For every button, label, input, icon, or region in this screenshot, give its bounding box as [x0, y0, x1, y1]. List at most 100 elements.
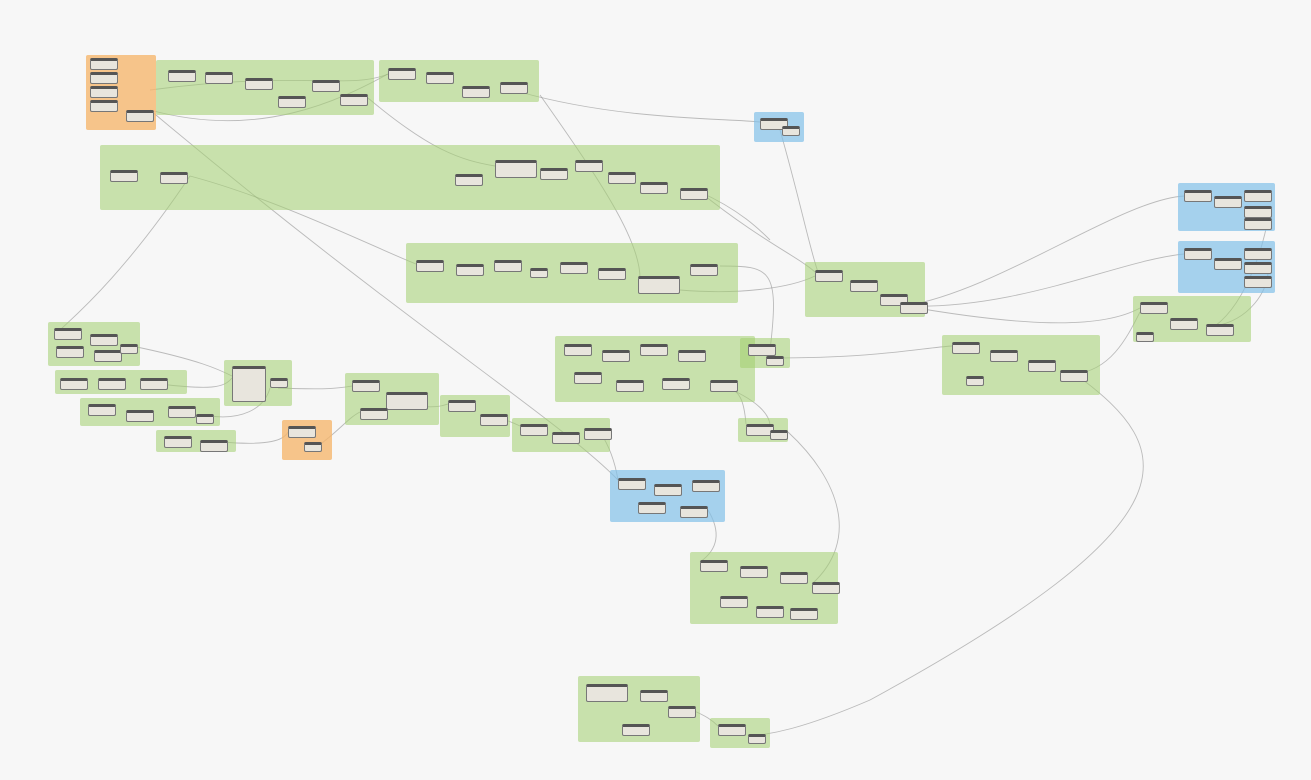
node[interactable]	[456, 264, 484, 276]
node[interactable]	[110, 170, 138, 182]
node[interactable]	[1206, 324, 1234, 336]
node[interactable]	[622, 724, 650, 736]
node[interactable]	[462, 86, 490, 98]
node[interactable]	[1244, 276, 1272, 288]
node[interactable]	[575, 160, 603, 172]
node[interactable]	[205, 72, 233, 84]
node[interactable]	[1244, 206, 1272, 218]
node[interactable]	[692, 480, 720, 492]
node[interactable]	[564, 344, 592, 356]
node[interactable]	[640, 182, 668, 194]
node[interactable]	[500, 82, 528, 94]
node[interactable]	[680, 506, 708, 518]
node[interactable]	[790, 608, 818, 620]
node[interactable]	[196, 414, 214, 424]
node[interactable]	[584, 428, 612, 440]
node[interactable]	[90, 58, 118, 70]
node[interactable]	[54, 328, 82, 340]
node[interactable]	[812, 582, 840, 594]
node[interactable]	[668, 706, 696, 718]
node[interactable]	[966, 376, 984, 386]
node[interactable]	[480, 414, 508, 426]
node[interactable]	[494, 260, 522, 272]
node[interactable]	[288, 426, 316, 438]
node[interactable]	[756, 606, 784, 618]
node[interactable]	[164, 436, 192, 448]
node[interactable]	[640, 690, 668, 702]
node[interactable]	[304, 442, 322, 452]
node[interactable]	[126, 110, 154, 122]
node[interactable]	[1060, 370, 1088, 382]
node[interactable]	[90, 100, 118, 112]
node[interactable]	[126, 410, 154, 422]
node[interactable]	[770, 430, 788, 440]
node[interactable]	[638, 276, 680, 294]
node[interactable]	[748, 344, 776, 356]
node[interactable]	[312, 80, 340, 92]
node[interactable]	[618, 478, 646, 490]
node[interactable]	[782, 126, 800, 136]
node[interactable]	[586, 684, 628, 702]
node[interactable]	[654, 484, 682, 496]
node[interactable]	[245, 78, 273, 90]
node[interactable]	[1244, 218, 1272, 230]
node[interactable]	[616, 380, 644, 392]
node[interactable]	[552, 432, 580, 444]
node[interactable]	[748, 734, 766, 744]
node[interactable]	[1244, 248, 1272, 260]
node[interactable]	[360, 408, 388, 420]
node[interactable]	[140, 378, 168, 390]
node[interactable]	[740, 566, 768, 578]
node[interactable]	[340, 94, 368, 106]
node[interactable]	[662, 378, 690, 390]
node[interactable]	[560, 262, 588, 274]
node[interactable]	[720, 596, 748, 608]
node[interactable]	[388, 68, 416, 80]
node[interactable]	[678, 350, 706, 362]
node[interactable]	[90, 334, 118, 346]
node[interactable]	[1184, 190, 1212, 202]
node[interactable]	[815, 270, 843, 282]
node[interactable]	[1170, 318, 1198, 330]
node[interactable]	[160, 172, 188, 184]
node[interactable]	[540, 168, 568, 180]
node[interactable]	[1140, 302, 1168, 314]
node[interactable]	[520, 424, 548, 436]
node[interactable]	[1136, 332, 1154, 342]
node[interactable]	[700, 560, 728, 572]
node[interactable]	[88, 404, 116, 416]
node[interactable]	[608, 172, 636, 184]
node[interactable]	[90, 72, 118, 84]
node[interactable]	[690, 264, 718, 276]
node[interactable]	[94, 350, 122, 362]
node[interactable]	[680, 188, 708, 200]
node[interactable]	[952, 342, 980, 354]
node[interactable]	[640, 344, 668, 356]
node[interactable]	[850, 280, 878, 292]
node[interactable]	[602, 350, 630, 362]
node[interactable]	[598, 268, 626, 280]
node[interactable]	[270, 378, 288, 388]
node[interactable]	[766, 356, 784, 366]
node[interactable]	[1028, 360, 1056, 372]
node[interactable]	[120, 344, 138, 354]
node[interactable]	[710, 380, 738, 392]
node[interactable]	[168, 70, 196, 82]
node-graph-canvas[interactable]	[0, 0, 1311, 780]
node[interactable]	[1214, 258, 1242, 270]
node[interactable]	[448, 400, 476, 412]
node[interactable]	[990, 350, 1018, 362]
node[interactable]	[495, 160, 537, 178]
node[interactable]	[780, 572, 808, 584]
node[interactable]	[56, 346, 84, 358]
group-g2[interactable]	[379, 60, 539, 102]
node[interactable]	[278, 96, 306, 108]
node[interactable]	[455, 174, 483, 186]
node[interactable]	[200, 440, 228, 452]
node[interactable]	[900, 302, 928, 314]
node[interactable]	[60, 378, 88, 390]
node[interactable]	[352, 380, 380, 392]
node[interactable]	[168, 406, 196, 418]
node[interactable]	[530, 268, 548, 278]
node[interactable]	[1244, 190, 1272, 202]
